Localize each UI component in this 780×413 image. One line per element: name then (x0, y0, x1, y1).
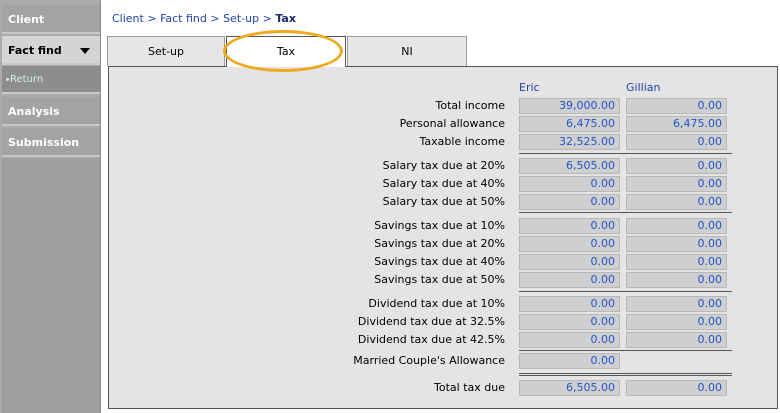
gillian-value-field[interactable]: 0.00 (626, 272, 727, 288)
sidebar: Client Fact find Return Analysis Submiss… (0, 0, 101, 413)
section-divider (519, 350, 732, 351)
total-divider (519, 373, 732, 376)
column-header-gillian: Gillian (626, 81, 661, 94)
breadcrumb-separator: > (210, 12, 220, 25)
breadcrumb-set-up[interactable]: Set-up (223, 12, 259, 25)
row-label: Savings tax due at 50% (374, 273, 505, 286)
sidebar-item-label: Client (8, 13, 45, 26)
row-label: Savings tax due at 10% (374, 219, 505, 232)
tab-ni[interactable]: NI (347, 36, 467, 66)
sidebar-empty-area (2, 158, 100, 413)
bullet-icon (6, 77, 9, 81)
gillian-value-field[interactable]: 0.00 (626, 236, 727, 252)
gillian-value-field[interactable]: 0.00 (626, 158, 727, 174)
gillian-value-field[interactable]: 0.00 (626, 332, 727, 348)
sidebar-item-label: Fact find (8, 44, 62, 57)
main-content: Client > Fact find > Set-up > Tax Set-up… (102, 0, 780, 413)
gillian-value-field[interactable]: 0.00 (626, 194, 727, 210)
eric-value-field[interactable]: 0.00 (519, 194, 620, 210)
gillian-value-field[interactable]: 0.00 (626, 218, 727, 234)
gillian-value-field[interactable]: 0.00 (626, 296, 727, 312)
eric-value-field[interactable]: 0.00 (519, 353, 620, 369)
row-label: Savings tax due at 20% (374, 237, 505, 250)
row-label: Personal allowance (399, 117, 505, 130)
row-label: Salary tax due at 20% (382, 159, 505, 172)
row-label: Total tax due (434, 381, 505, 394)
eric-value-field[interactable]: 6,505.00 (519, 158, 620, 174)
sidebar-item-fact-find[interactable]: Fact find (2, 36, 100, 65)
gillian-value-field[interactable]: 6,475.00 (626, 116, 727, 132)
tab-label: Tax (276, 45, 296, 58)
tab-tax[interactable]: Tax (226, 36, 346, 67)
tab-set-up[interactable]: Set-up (107, 36, 225, 66)
tab-label: Set-up (148, 45, 184, 58)
gillian-value-field[interactable]: 0.00 (626, 176, 727, 192)
gillian-value-field[interactable]: 0.00 (626, 98, 727, 114)
breadcrumb-separator: > (262, 12, 272, 25)
row-label: Salary tax due at 50% (382, 195, 505, 208)
sidebar-item-label: Submission (8, 136, 80, 149)
row-label: Dividend tax due at 10% (368, 297, 505, 310)
section-divider (519, 291, 732, 292)
row-label: Dividend tax due at 32.5% (357, 315, 505, 328)
breadcrumb-client[interactable]: Client (112, 12, 144, 25)
eric-value-field[interactable]: 6,505.00 (519, 380, 620, 396)
breadcrumb-separator: > (147, 12, 157, 25)
gillian-value-field[interactable]: 0.00 (626, 134, 727, 150)
tab-label: NI (401, 45, 413, 58)
sidebar-item-client[interactable]: Client (2, 5, 100, 34)
breadcrumb: Client > Fact find > Set-up > Tax (112, 12, 296, 25)
column-header-eric: Eric (519, 81, 540, 94)
tax-panel: Eric Gillian Total income 39,000.00 0.00 Pe… (108, 66, 778, 409)
eric-value-field[interactable]: 6,475.00 (519, 116, 620, 132)
eric-value-field[interactable]: 0.00 (519, 272, 620, 288)
sidebar-item-return[interactable]: Return (2, 66, 100, 94)
eric-value-field[interactable]: 0.00 (519, 314, 620, 330)
row-label: Dividend tax due at 42.5% (357, 333, 505, 346)
eric-value-field[interactable]: 0.00 (519, 218, 620, 234)
eric-value-field[interactable]: 0.00 (519, 332, 620, 348)
section-divider (519, 153, 732, 154)
chevron-down-icon (80, 48, 90, 54)
gillian-value-field[interactable]: 0.00 (626, 380, 727, 396)
row-label: Married Couple's Allowance (353, 354, 505, 367)
sidebar-item-analysis[interactable]: Analysis (2, 97, 100, 126)
sidebar-item-label: Analysis (8, 105, 60, 118)
eric-value-field[interactable]: 0.00 (519, 236, 620, 252)
eric-value-field[interactable]: 39,000.00 (519, 98, 620, 114)
breadcrumb-fact-find[interactable]: Fact find (160, 12, 207, 25)
eric-value-field[interactable]: 32,525.00 (519, 134, 620, 150)
eric-value-field[interactable]: 0.00 (519, 296, 620, 312)
sidebar-item-label: Return (10, 74, 44, 85)
eric-value-field[interactable]: 0.00 (519, 176, 620, 192)
row-label: Total income (435, 99, 505, 112)
row-label: Savings tax due at 40% (374, 255, 505, 268)
section-divider (519, 212, 732, 213)
sidebar-item-submission[interactable]: Submission (2, 128, 100, 157)
eric-value-field[interactable]: 0.00 (519, 254, 620, 270)
row-label: Salary tax due at 40% (382, 177, 505, 190)
gillian-value-field[interactable]: 0.00 (626, 314, 727, 330)
breadcrumb-current: Tax (275, 12, 296, 25)
row-label: Taxable income (419, 135, 505, 148)
gillian-value-field[interactable]: 0.00 (626, 254, 727, 270)
